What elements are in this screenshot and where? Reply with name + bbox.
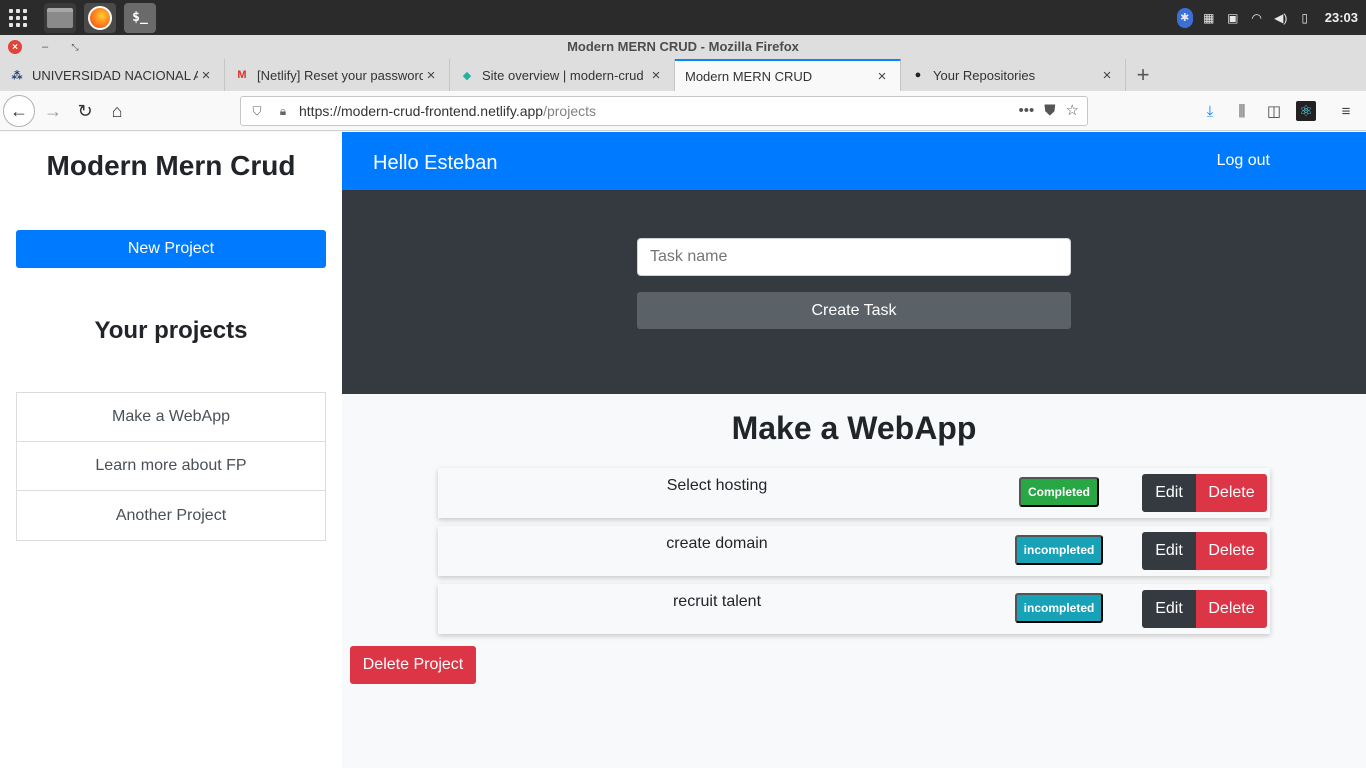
window-titlebar: × – ⤡ Modern MERN CRUD - Mozilla Firefox	[0, 35, 1366, 59]
project-item[interactable]: Learn more about FP	[17, 442, 325, 491]
tab-modern-mern-crud[interactable]: Modern MERN CRUD ×	[675, 59, 901, 91]
tab-close-icon[interactable]: ×	[1099, 67, 1115, 84]
library-icon[interactable]: ⫼	[1232, 101, 1252, 121]
new-project-button[interactable]: New Project	[16, 230, 326, 268]
task-name: Select hosting	[666, 477, 768, 494]
tab-close-icon[interactable]: ×	[423, 67, 439, 84]
navigation-toolbar: ← → ↻ ⌂ ⛉ 🔒︎ https://modern-crud-fronten…	[0, 91, 1366, 131]
battery-icon[interactable]: ▯	[1297, 10, 1313, 26]
tab-netlify[interactable]: ◆ Site overview | modern-crud ×	[450, 59, 675, 91]
window-title: Modern MERN CRUD - Mozilla Firefox	[567, 39, 799, 54]
page-content: Modern Mern Crud New Project Your projec…	[0, 132, 1366, 768]
wifi-icon[interactable]: ◠	[1249, 10, 1265, 26]
tab-close-icon[interactable]: ×	[648, 67, 664, 84]
clock[interactable]: 23:03	[1325, 10, 1358, 25]
reload-icon[interactable]: ↻	[69, 95, 101, 127]
status-badge[interactable]: incompleted	[1015, 535, 1103, 565]
tab-label: [Netlify] Reset your password	[257, 67, 423, 83]
status-badge[interactable]: incompleted	[1015, 593, 1103, 623]
task-item: recruit talent incompleted Edit Delete	[438, 584, 1270, 634]
github-icon: ●	[914, 69, 922, 81]
delete-button[interactable]: Delete	[1196, 590, 1267, 628]
task-name: recruit talent	[672, 593, 762, 610]
tab-label: Site overview | modern-crud	[482, 67, 644, 83]
url-host: https://modern-crud-frontend.netlify.app	[299, 103, 544, 119]
firefox-icon[interactable]	[84, 2, 116, 33]
main-panel: Hello Esteban Log out Create Task Make a…	[342, 132, 1366, 768]
back-icon[interactable]: ←	[3, 95, 35, 127]
home-icon[interactable]: ⌂	[101, 95, 133, 127]
edit-button[interactable]: Edit	[1142, 590, 1196, 628]
tab-unam[interactable]: ⁂ UNIVERSIDAD NACIONAL AUTÓNOMA ×	[0, 59, 225, 91]
tab-strip: ⁂ UNIVERSIDAD NACIONAL AUTÓNOMA × M [Net…	[0, 59, 1366, 91]
project-item[interactable]: Make a WebApp	[17, 393, 325, 442]
delete-button[interactable]: Delete	[1196, 474, 1267, 512]
project-item[interactable]: Another Project	[17, 491, 325, 540]
tab-label: UNIVERSIDAD NACIONAL AUTÓNOMA	[32, 67, 198, 83]
app-grid-icon[interactable]	[0, 0, 36, 35]
projects-heading: Your projects	[94, 317, 248, 344]
url-path: /projects	[543, 103, 597, 119]
unam-favicon-icon: ⁂	[11, 69, 23, 82]
netlify-icon: ◆	[462, 69, 472, 82]
page-actions-icon[interactable]: •••	[1019, 102, 1035, 119]
edit-button[interactable]: Edit	[1142, 474, 1196, 512]
task-item: create domain incompleted Edit Delete	[438, 526, 1270, 576]
forward-icon[interactable]: →	[37, 95, 69, 127]
task-name: create domain	[666, 535, 768, 552]
tab-github[interactable]: ● Your Repositories ×	[901, 59, 1126, 91]
cpu-icon[interactable]: ▦	[1201, 10, 1217, 26]
tab-close-icon[interactable]: ×	[198, 67, 214, 84]
react-devtools-icon[interactable]: ⚛	[1296, 101, 1316, 121]
pocket-icon[interactable]: ⛊	[1044, 102, 1055, 119]
sidebar: Modern Mern Crud New Project Your projec…	[0, 132, 342, 768]
volume-icon[interactable]: ◀)	[1273, 10, 1289, 26]
bluetooth-icon[interactable]: ✱	[1176, 7, 1193, 28]
download-icon[interactable]: ⤓	[1200, 101, 1220, 121]
brand-title: Modern Mern Crud	[46, 150, 296, 181]
status-badge[interactable]: Completed	[1019, 477, 1099, 507]
terminal-icon[interactable]: $_	[124, 2, 156, 33]
logout-button[interactable]: Log out	[1217, 152, 1270, 170]
project-list: Make a WebApp Learn more about FP Anothe…	[16, 392, 326, 541]
system-tray: ✱ ▦ ▣ ◠ ◀) ▯ 23:03	[1176, 0, 1366, 35]
clipboard-icon[interactable]: ▣	[1225, 10, 1241, 26]
os-top-bar: $_ ✱ ▦ ▣ ◠ ◀) ▯ 23:03	[0, 0, 1366, 35]
app-header: Hello Esteban Log out	[342, 132, 1366, 190]
shield-icon[interactable]: ⛉	[247, 104, 267, 119]
greeting: Hello Esteban	[373, 152, 498, 174]
new-tab-icon[interactable]: +	[1126, 59, 1160, 91]
task-list: Select hosting Completed Edit Delete cre…	[438, 468, 1270, 642]
task-item: Select hosting Completed Edit Delete	[438, 468, 1270, 518]
delete-project-button[interactable]: Delete Project	[350, 646, 476, 684]
create-task-button[interactable]: Create Task	[637, 292, 1071, 329]
edit-button[interactable]: Edit	[1142, 532, 1196, 570]
project-title: Make a WebApp	[731, 410, 977, 446]
tab-gmail[interactable]: M [Netlify] Reset your password ×	[225, 59, 450, 91]
task-form: Create Task	[342, 190, 1366, 394]
task-name-input[interactable]	[637, 238, 1071, 276]
gmail-icon: M	[237, 69, 247, 81]
bookmark-star-icon[interactable]: ☆	[1066, 101, 1079, 119]
menu-icon[interactable]: ≡	[1336, 101, 1356, 121]
tab-close-icon[interactable]: ×	[874, 68, 890, 85]
sidebar-toggle-icon[interactable]: ◫	[1264, 101, 1284, 121]
lock-icon[interactable]: 🔒︎	[273, 104, 293, 119]
files-icon[interactable]	[44, 2, 76, 33]
tab-label: Modern MERN CRUD	[685, 68, 813, 84]
tab-label: Your Repositories	[933, 67, 1036, 83]
url-text[interactable]: https://modern-crud-frontend.netlify.app…	[299, 103, 596, 119]
address-bar[interactable]: ⛉ 🔒︎ https://modern-crud-frontend.netlif…	[240, 96, 1088, 126]
delete-button[interactable]: Delete	[1196, 532, 1267, 570]
